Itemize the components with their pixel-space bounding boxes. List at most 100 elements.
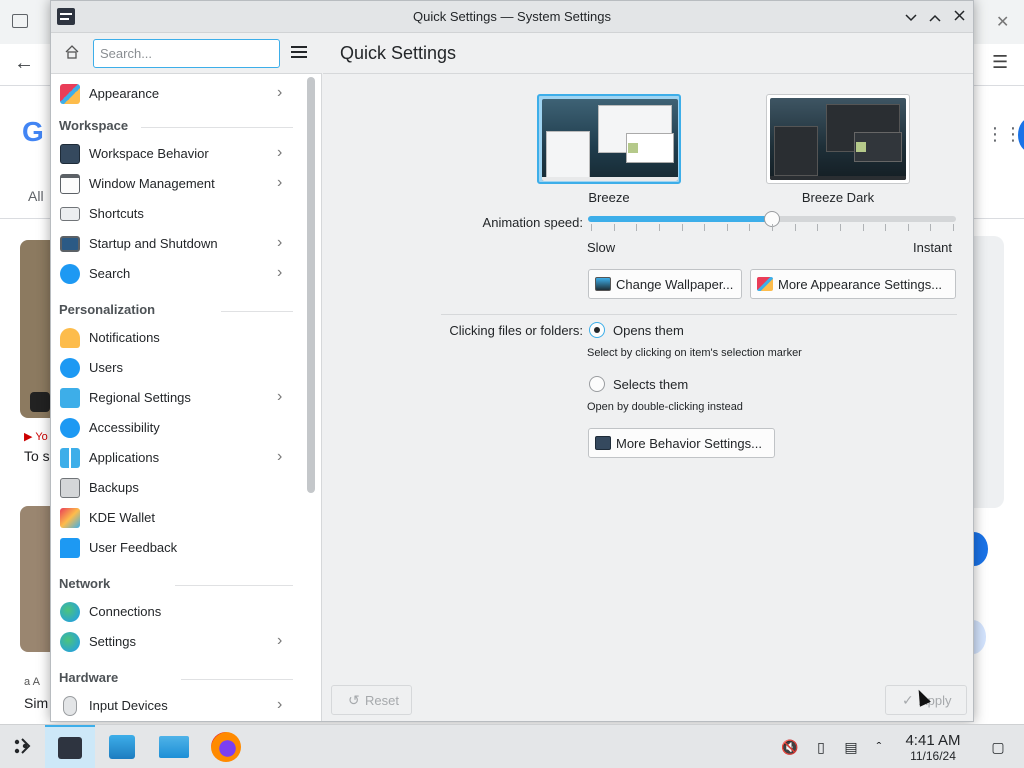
sidebar-item-users[interactable]: Users (51, 353, 307, 383)
maximize-button[interactable] (924, 6, 946, 28)
tab-overview-icon[interactable] (12, 14, 28, 28)
taskbar-file-manager[interactable] (157, 731, 191, 763)
sidebar-header (51, 33, 322, 74)
system-settings-taskbar-icon (58, 737, 82, 759)
result-title-fragment-2[interactable]: Sim (24, 695, 48, 711)
reset-icon: ↺ (348, 692, 360, 708)
sidebar-item-accessibility[interactable]: Accessibility (51, 413, 307, 443)
category-divider (141, 127, 293, 128)
opens-them-label[interactable]: Opens them (613, 323, 684, 338)
globe-icon (60, 602, 80, 622)
chevron-up-icon (929, 14, 941, 22)
sidebar-scrollbar[interactable] (307, 77, 315, 493)
backups-icon (60, 478, 80, 498)
theme-name-breeze-dark: Breeze Dark (801, 190, 875, 205)
wallpaper-icon (595, 277, 611, 291)
home-button[interactable] (63, 44, 81, 62)
product-thumbnail[interactable] (20, 506, 52, 652)
volume-muted-icon[interactable]: 🔇 (781, 738, 799, 756)
slider-tick (749, 224, 751, 231)
chevron-right-icon: › (277, 448, 283, 465)
sidebar-item-shortcuts[interactable]: Shortcuts (51, 199, 307, 229)
startup-icon (60, 236, 80, 252)
network-settings-icon (60, 632, 80, 652)
theme-name-breeze: Breeze (588, 190, 630, 205)
page-title: Quick Settings (340, 43, 457, 63)
opens-them-radio[interactable] (589, 322, 605, 338)
browser-close-icon[interactable]: ✕ (996, 12, 1009, 32)
sidebar-item-kde-wallet[interactable]: KDE Wallet (51, 503, 307, 533)
battery-icon[interactable]: ▯ (812, 738, 830, 756)
reset-button[interactable]: ↺ Reset (331, 685, 412, 715)
amazon-label-fragment: a A (24, 676, 40, 688)
theme-card-breeze-dark[interactable] (766, 94, 910, 184)
sidebar-item-user-feedback[interactable]: User Feedback (51, 533, 307, 563)
minimize-button[interactable] (900, 6, 922, 28)
theme-card-breeze[interactable] (537, 94, 681, 184)
taskbar-discover[interactable] (105, 731, 139, 763)
browser-menu-icon[interactable]: ☰ (992, 52, 1008, 73)
sidebar-item-applications[interactable]: Applications › (51, 443, 307, 473)
category-divider (221, 311, 293, 312)
window-title: Quick Settings — System Settings (413, 9, 611, 24)
all-tab-fragment[interactable]: All (28, 188, 44, 204)
title-bar[interactable]: Quick Settings — System Settings (51, 1, 973, 33)
search-input[interactable] (93, 39, 280, 68)
network-icon[interactable]: ▤ (842, 738, 860, 756)
slider-tick (794, 224, 796, 231)
result-title-fragment[interactable]: To s (24, 448, 50, 464)
back-arrow-icon[interactable]: ← (14, 52, 34, 75)
search-icon (60, 264, 80, 284)
chevron-down-icon (905, 14, 917, 22)
hamburger-menu-icon[interactable] (291, 44, 309, 62)
mouse-icon (63, 696, 77, 716)
show-desktop-icon[interactable]: ▢ (989, 738, 1007, 756)
applications-icon (60, 448, 80, 468)
sidebar-item-appearance[interactable]: Appearance › (51, 79, 307, 109)
sidebar-item-network-settings[interactable]: Settings › (51, 627, 307, 657)
taskbar-firefox[interactable] (209, 731, 243, 763)
apps-grid-icon[interactable]: ⋮⋮ (986, 124, 1022, 145)
application-launcher-button[interactable] (8, 731, 42, 763)
slider-tick (885, 224, 887, 231)
users-icon (60, 358, 80, 378)
selects-them-radio[interactable] (589, 376, 605, 392)
selects-them-label[interactable]: Selects them (613, 377, 688, 392)
slider-tick (681, 224, 683, 231)
sidebar-item-window-management[interactable]: Window Management › (51, 169, 307, 199)
close-button[interactable] (948, 6, 970, 28)
sidebar-item-notifications[interactable]: Notifications (51, 323, 307, 353)
clock-time[interactable]: 4:41 AM (896, 732, 970, 749)
chevron-up-icon[interactable]: ˆ (870, 738, 888, 756)
category-divider (175, 585, 293, 586)
slow-label: Slow (587, 240, 616, 255)
slider-tick (704, 224, 706, 231)
slider-tick (862, 224, 864, 231)
keyboard-icon (60, 207, 80, 221)
slider-tick (636, 224, 638, 231)
category-personalization: Personalization (59, 302, 156, 317)
sidebar-item-connections[interactable]: Connections (51, 597, 307, 627)
opens-them-hint: Select by clicking on item's selection m… (587, 347, 802, 359)
side-panel-fragment (974, 236, 1004, 508)
chevron-right-icon: › (277, 388, 283, 405)
appearance-icon (757, 277, 773, 291)
change-wallpaper-button[interactable]: Change Wallpaper... (588, 269, 742, 299)
sidebar-item-regional-settings[interactable]: Regional Settings › (51, 383, 307, 413)
close-icon (953, 10, 965, 21)
sidebar-item-input-devices[interactable]: Input Devices › (51, 691, 307, 721)
category-network: Network (59, 576, 111, 591)
more-behavior-settings-button[interactable]: More Behavior Settings... (588, 428, 775, 458)
chevron-right-icon: › (277, 174, 283, 191)
more-appearance-settings-button[interactable]: More Appearance Settings... (750, 269, 956, 299)
sidebar-item-backups[interactable]: Backups (51, 473, 307, 503)
slider-tick (930, 224, 932, 231)
wallet-icon (60, 508, 80, 528)
sidebar-item-startup-shutdown[interactable]: Startup and Shutdown › (51, 229, 307, 259)
sidebar-item-search[interactable]: Search › (51, 259, 307, 289)
quick-settings-content: Theme: Breeze Breeze Dark Animation spee… (323, 74, 973, 721)
sidebar-item-workspace-behavior[interactable]: Workspace Behavior › (51, 139, 307, 169)
clock-date[interactable]: 11/16/24 (896, 749, 970, 763)
system-settings-window: Quick Settings — System Settings Appeara… (50, 0, 974, 722)
taskbar-system-settings[interactable] (45, 725, 95, 768)
